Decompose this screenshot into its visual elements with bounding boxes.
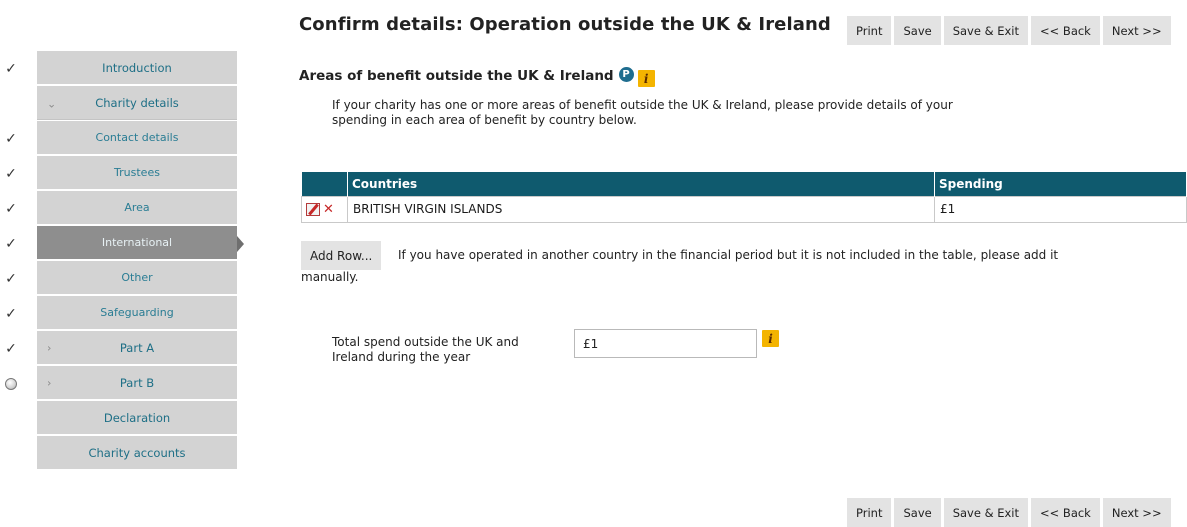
check-icon: ✓ <box>5 235 17 252</box>
sidebar-item-declaration[interactable]: Declaration <box>37 401 237 435</box>
sidebar-item-charity-details[interactable]: ⌄ Charity details <box>37 86 237 120</box>
nav-row-introduction: ✓ Introduction <box>0 51 240 86</box>
chevron-right-icon: › <box>47 341 52 354</box>
save-button[interactable]: Save <box>894 16 941 45</box>
info-icon[interactable]: i <box>762 330 779 347</box>
sidebar-item-label: Part B <box>119 375 155 390</box>
nav-row-safeguarding: ✓ Safeguarding <box>0 296 240 331</box>
chevron-down-icon: ⌄ <box>47 97 57 111</box>
check-icon: ✓ <box>5 305 17 322</box>
section-title: Areas of benefit outside the UK & Irelan… <box>299 64 655 87</box>
nav-row-part-a: ✓ › Part A <box>0 331 240 366</box>
nav-row-contact-details: ✓ Contact details <box>0 121 240 156</box>
nav-row-charity-accounts: Charity accounts <box>0 436 240 471</box>
column-header-actions <box>301 172 348 196</box>
status-empty <box>3 401 19 436</box>
check-icon: ✓ <box>5 165 17 182</box>
nav-row-charity-details: ⌄ Charity details <box>0 86 240 121</box>
sidebar-item-label: Trustees <box>114 166 160 179</box>
table-header-row: Countries Spending <box>301 172 1187 196</box>
save-exit-button[interactable]: Save & Exit <box>943 16 1028 45</box>
sidebar-item-label: Declaration <box>103 410 171 425</box>
section-title-text: Areas of benefit outside the UK & Irelan… <box>299 67 614 84</box>
check-icon: ✓ <box>5 60 17 77</box>
chevron-right-icon: › <box>47 376 52 389</box>
nav-row-trustees: ✓ Trustees <box>0 156 240 191</box>
delete-x-icon[interactable]: ✕ <box>322 203 335 216</box>
info-icon[interactable]: i <box>637 70 655 87</box>
sidebar-item-label: Introduction <box>102 60 172 75</box>
sidebar-item-other[interactable]: Other <box>37 261 237 295</box>
nav-row-part-b: › Part B <box>0 366 240 401</box>
add-row-note-continued: manually. <box>301 270 359 284</box>
back-button[interactable]: << Back <box>1031 498 1100 527</box>
sidebar-item-label: Safeguarding <box>100 306 174 319</box>
page-title: Confirm details: Operation outside the U… <box>299 14 831 35</box>
print-button[interactable]: Print <box>847 16 892 45</box>
sidebar-item-charity-accounts[interactable]: Charity accounts <box>37 436 237 470</box>
p-badge-icon[interactable]: P <box>618 67 634 82</box>
table-row: ✕ BRITISH VIRGIN ISLANDS £1 <box>301 195 1187 223</box>
check-icon: ✓ <box>5 200 17 217</box>
sidebar-item-international[interactable]: International <box>37 226 237 260</box>
nav-row-other: ✓ Other <box>0 261 240 296</box>
sidebar-item-part-a[interactable]: › Part A <box>37 331 237 365</box>
sidebar-item-label: Contact details <box>95 131 179 144</box>
sidebar-item-label: Area <box>124 201 150 214</box>
section-intro: If your charity has one or more areas of… <box>332 98 953 127</box>
sidebar-item-contact-details[interactable]: Contact details <box>37 121 237 155</box>
sidebar-item-label: Charity accounts <box>88 445 186 460</box>
top-toolbar: Print Save Save & Exit << Back Next >> <box>847 16 1171 45</box>
total-spend-label: Total spend outside the UK and Ireland d… <box>332 335 519 364</box>
sidebar-item-label: Part A <box>119 340 155 355</box>
column-header-countries: Countries <box>347 172 935 196</box>
active-pointer-icon <box>237 236 244 252</box>
sidebar-item-label: International <box>101 236 173 249</box>
check-icon: ✓ <box>5 340 17 357</box>
row-actions-cell: ✕ <box>301 195 348 223</box>
sidebar-item-introduction[interactable]: Introduction <box>37 51 237 85</box>
pending-circle-icon <box>3 366 19 401</box>
countries-table: Countries Spending ✕ BRITISH VIRGIN ISLA… <box>301 172 1187 223</box>
nav-row-area: ✓ Area <box>0 191 240 226</box>
status-empty <box>3 436 19 471</box>
check-icon: ✓ <box>5 130 17 147</box>
save-exit-button[interactable]: Save & Exit <box>943 498 1028 527</box>
nav-row-declaration: Declaration <box>0 401 240 436</box>
print-button[interactable]: Print <box>847 498 892 527</box>
save-button[interactable]: Save <box>894 498 941 527</box>
bottom-toolbar: Print Save Save & Exit << Back Next >> <box>847 498 1171 527</box>
sidebar-item-label: Other <box>121 271 153 284</box>
sidebar-nav: ✓ Introduction ⌄ Charity details ✓ Conta… <box>0 51 244 471</box>
sidebar-item-trustees[interactable]: Trustees <box>37 156 237 190</box>
sidebar-item-part-b[interactable]: › Part B <box>37 366 237 400</box>
back-button[interactable]: << Back <box>1031 16 1100 45</box>
next-button[interactable]: Next >> <box>1102 16 1171 45</box>
country-cell: BRITISH VIRGIN ISLANDS <box>347 195 935 223</box>
status-empty <box>3 86 19 121</box>
spending-cell: £1 <box>934 195 1187 223</box>
nav-row-international: ✓ International <box>0 226 244 261</box>
add-row-button[interactable]: Add Row... <box>301 241 382 270</box>
total-spend-input[interactable] <box>574 329 757 358</box>
sidebar-item-area[interactable]: Area <box>37 191 237 225</box>
column-header-spending: Spending <box>934 172 1187 196</box>
add-row-note: If you have operated in another country … <box>398 248 1059 262</box>
check-icon: ✓ <box>5 270 17 287</box>
sidebar-item-label: Charity details <box>95 95 179 110</box>
edit-pencil-icon[interactable] <box>306 202 320 216</box>
next-button[interactable]: Next >> <box>1102 498 1171 527</box>
sidebar-item-safeguarding[interactable]: Safeguarding <box>37 296 237 330</box>
